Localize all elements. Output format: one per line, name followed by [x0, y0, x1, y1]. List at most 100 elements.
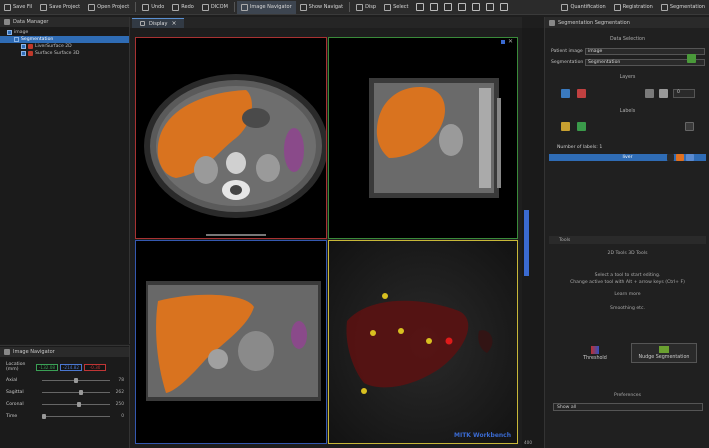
show-navigator-icon [299, 3, 307, 11]
nudge-segmentation-button[interactable]: Nudge Segmentation [631, 343, 697, 363]
show-all-value: Show all [557, 404, 577, 410]
coronal-ct-image [146, 281, 321, 401]
axial-view[interactable] [135, 37, 327, 239]
learn-more-link[interactable]: Learn more [549, 292, 706, 297]
level-window-bottom-label: 400 [524, 440, 532, 445]
rotate-icon[interactable] [471, 3, 480, 11]
image-navigator-header: Image Navigator [0, 347, 129, 357]
quantification-button[interactable]: Quantification [557, 1, 609, 14]
add-label-button[interactable] [561, 122, 570, 131]
previous-layer-button[interactable] [645, 89, 654, 98]
image-navigator-label: Image Navigator [249, 4, 292, 10]
preferences-label: Preferences [613, 393, 642, 398]
undo-button[interactable]: Undo [138, 1, 168, 14]
select-icon [384, 3, 392, 11]
y-coordinate-field[interactable]: -214.82 [60, 363, 82, 371]
tree-node[interactable]: image [0, 29, 129, 36]
tree-node-label: Segmentation [21, 37, 54, 42]
tree-node[interactable]: LiverSurface 2D [0, 43, 129, 50]
slider-handle[interactable] [42, 414, 46, 419]
add-layer-button[interactable] [561, 89, 570, 98]
nudge-segmentation-label: Nudge Segmentation [638, 355, 690, 360]
layer-index-field[interactable]: 0 [673, 89, 695, 98]
slider-track[interactable] [42, 404, 110, 405]
slider-label: Coronal [6, 401, 24, 407]
toolbar-separator [135, 2, 137, 12]
threshold-icon [591, 345, 599, 354]
crosshair-icon[interactable] [429, 3, 438, 11]
level-window-widget[interactable]: 400 [522, 28, 544, 448]
data-manager-panel: Data Manager image Segmentation LiverSurfa… [0, 17, 130, 344]
save-button[interactable]: Save Fil [0, 1, 36, 14]
threshold-tool-button[interactable]: Threshold [575, 343, 615, 363]
axial-slider-row: Axial 78 [6, 376, 126, 384]
show-all-dropdown[interactable]: Show all [553, 403, 703, 411]
level-window-bar[interactable] [524, 210, 529, 276]
zoom-icon[interactable] [443, 3, 452, 11]
tree-node[interactable]: Surface Surface 3D [0, 50, 129, 57]
tab-display[interactable]: Display × [132, 18, 185, 28]
visibility-checkbox[interactable] [21, 51, 26, 56]
new-segmentation-button[interactable] [687, 54, 696, 63]
image-navigator-button[interactable]: Image Navigator [236, 0, 296, 14]
location-row: Location (mm) -132.08 -214.82 -0.30 [6, 362, 126, 372]
segmentation-field-label: Segmentation [551, 59, 584, 65]
3d-render-view[interactable]: MITK Workbench [328, 240, 518, 444]
tools-section-header[interactable]: Tools [549, 236, 706, 244]
data-manager-header: Data Manager [0, 17, 129, 27]
next-layer-button[interactable] [659, 89, 668, 98]
redo-button[interactable]: Redo [168, 1, 198, 14]
editor-tab-bar: Display × [130, 17, 522, 28]
visibility-checkbox[interactable] [21, 44, 26, 49]
data-manager-title: Data Manager [13, 19, 49, 25]
tab-close-icon[interactable]: × [171, 20, 176, 27]
sagittal-view[interactable]: ✕ [328, 37, 518, 239]
slider-value: 262 [115, 389, 124, 395]
label-lock-button[interactable] [577, 122, 586, 131]
label-visibility-icon[interactable] [686, 154, 694, 161]
label-color-swatch[interactable] [676, 154, 684, 161]
screenshot-icon[interactable] [485, 3, 494, 11]
view-close-icon[interactable]: ✕ [508, 38, 513, 45]
registration-button[interactable]: Registration [610, 1, 657, 14]
slider-track[interactable] [42, 416, 110, 417]
coronal-slider-row: Coronal 250 [6, 400, 126, 408]
label-lock-icon[interactable] [667, 154, 674, 161]
labels-count: Number of labels: 1 [557, 145, 603, 150]
segmentation-label: Segmentation [669, 4, 705, 10]
segmentation-button[interactable]: Segmentation [657, 1, 709, 14]
node-color-icon [28, 44, 33, 49]
label-options-button[interactable] [685, 122, 694, 131]
visibility-checkbox[interactable] [7, 30, 12, 35]
coronal-view[interactable] [135, 240, 327, 444]
slider-handle[interactable] [74, 378, 78, 383]
slider-handle[interactable] [79, 390, 84, 395]
select-button[interactable]: Select [380, 1, 412, 14]
z-coordinate-field[interactable]: -0.30 [84, 363, 106, 371]
slider-label: Time [6, 413, 18, 419]
sagittal-ct-image [369, 78, 501, 198]
tools-tabs[interactable]: 2D Tools 3D Tools [549, 251, 706, 256]
save-project-button[interactable]: Save Project [36, 1, 84, 14]
open-project-button[interactable]: Open Project [84, 1, 133, 14]
time-slider-row: Time 0 [6, 412, 126, 420]
select-label: Select [393, 4, 409, 10]
pan-icon[interactable] [457, 3, 466, 11]
x-coordinate-field[interactable]: -132.08 [36, 363, 58, 371]
dicom-button[interactable]: DICOM [198, 1, 232, 14]
camera-icon[interactable] [415, 3, 424, 11]
visibility-checkbox[interactable] [14, 37, 19, 42]
slider-value: 250 [115, 401, 124, 407]
save-icon [4, 3, 11, 11]
view-maximize-icon[interactable] [501, 40, 505, 44]
slider-value: 0 [121, 413, 124, 419]
slider-track[interactable] [42, 392, 110, 393]
tools-section-label: Tools [559, 237, 571, 243]
display-button[interactable]: Disp [352, 1, 380, 14]
slider-handle[interactable] [77, 402, 82, 407]
tree-node[interactable]: Segmentation [0, 36, 129, 43]
remove-layer-button[interactable] [577, 89, 586, 98]
axial-ct-image [144, 74, 326, 236]
crop-icon[interactable] [499, 3, 508, 11]
show-navigator-button[interactable]: Show Navigat [296, 1, 347, 14]
